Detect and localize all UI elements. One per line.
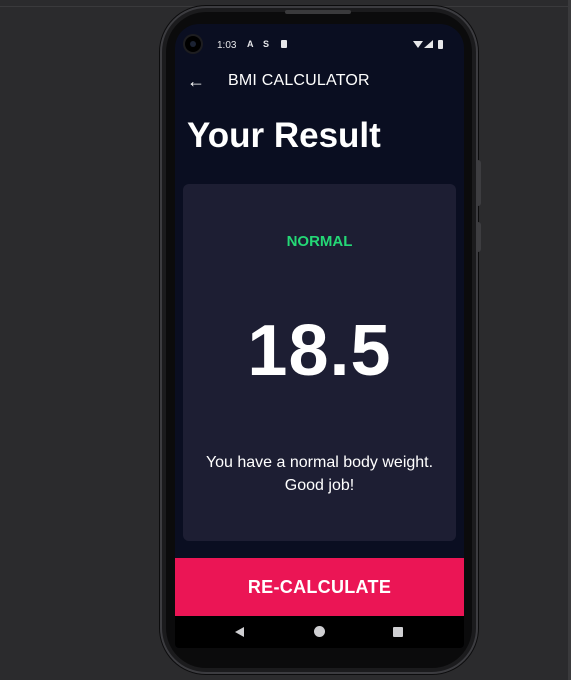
notification-s-icon: S <box>263 39 270 49</box>
battery-icon <box>438 40 443 49</box>
recalculate-button[interactable]: RE-CALCULATE <box>175 558 464 616</box>
status-time: 1:03 <box>217 40 237 51</box>
speaker-grille <box>285 10 351 14</box>
signal-icon <box>424 40 433 48</box>
app-bar: ← BMI CALCULATOR <box>175 64 464 98</box>
bmi-value: 18.5 <box>247 311 392 391</box>
volume-button <box>477 222 481 252</box>
bmi-status-label: NORMAL <box>286 233 353 250</box>
nav-home-icon[interactable] <box>314 626 325 637</box>
result-card: NORMAL 18.5 You have a normal body weigh… <box>183 184 456 541</box>
system-nav-bar <box>175 616 464 648</box>
power-button <box>477 160 481 206</box>
front-camera <box>185 36 201 52</box>
nav-recents-icon[interactable] <box>393 627 403 637</box>
phone-screen: 1:03 A S ← BMI CALCULATOR Your Result NO… <box>175 24 464 648</box>
app-title: BMI CALCULATOR <box>228 72 370 89</box>
bmi-interpretation: You have a normal body weight. Good job! <box>205 454 434 494</box>
page-title: Your Result <box>187 116 381 155</box>
nav-back-icon[interactable] <box>235 627 244 637</box>
arrow-back-icon[interactable]: ← <box>187 68 207 94</box>
status-bar: 1:03 A S <box>175 24 464 64</box>
sd-card-icon <box>281 40 287 48</box>
wifi-icon <box>413 41 423 48</box>
notification-a-icon: A <box>247 39 254 49</box>
